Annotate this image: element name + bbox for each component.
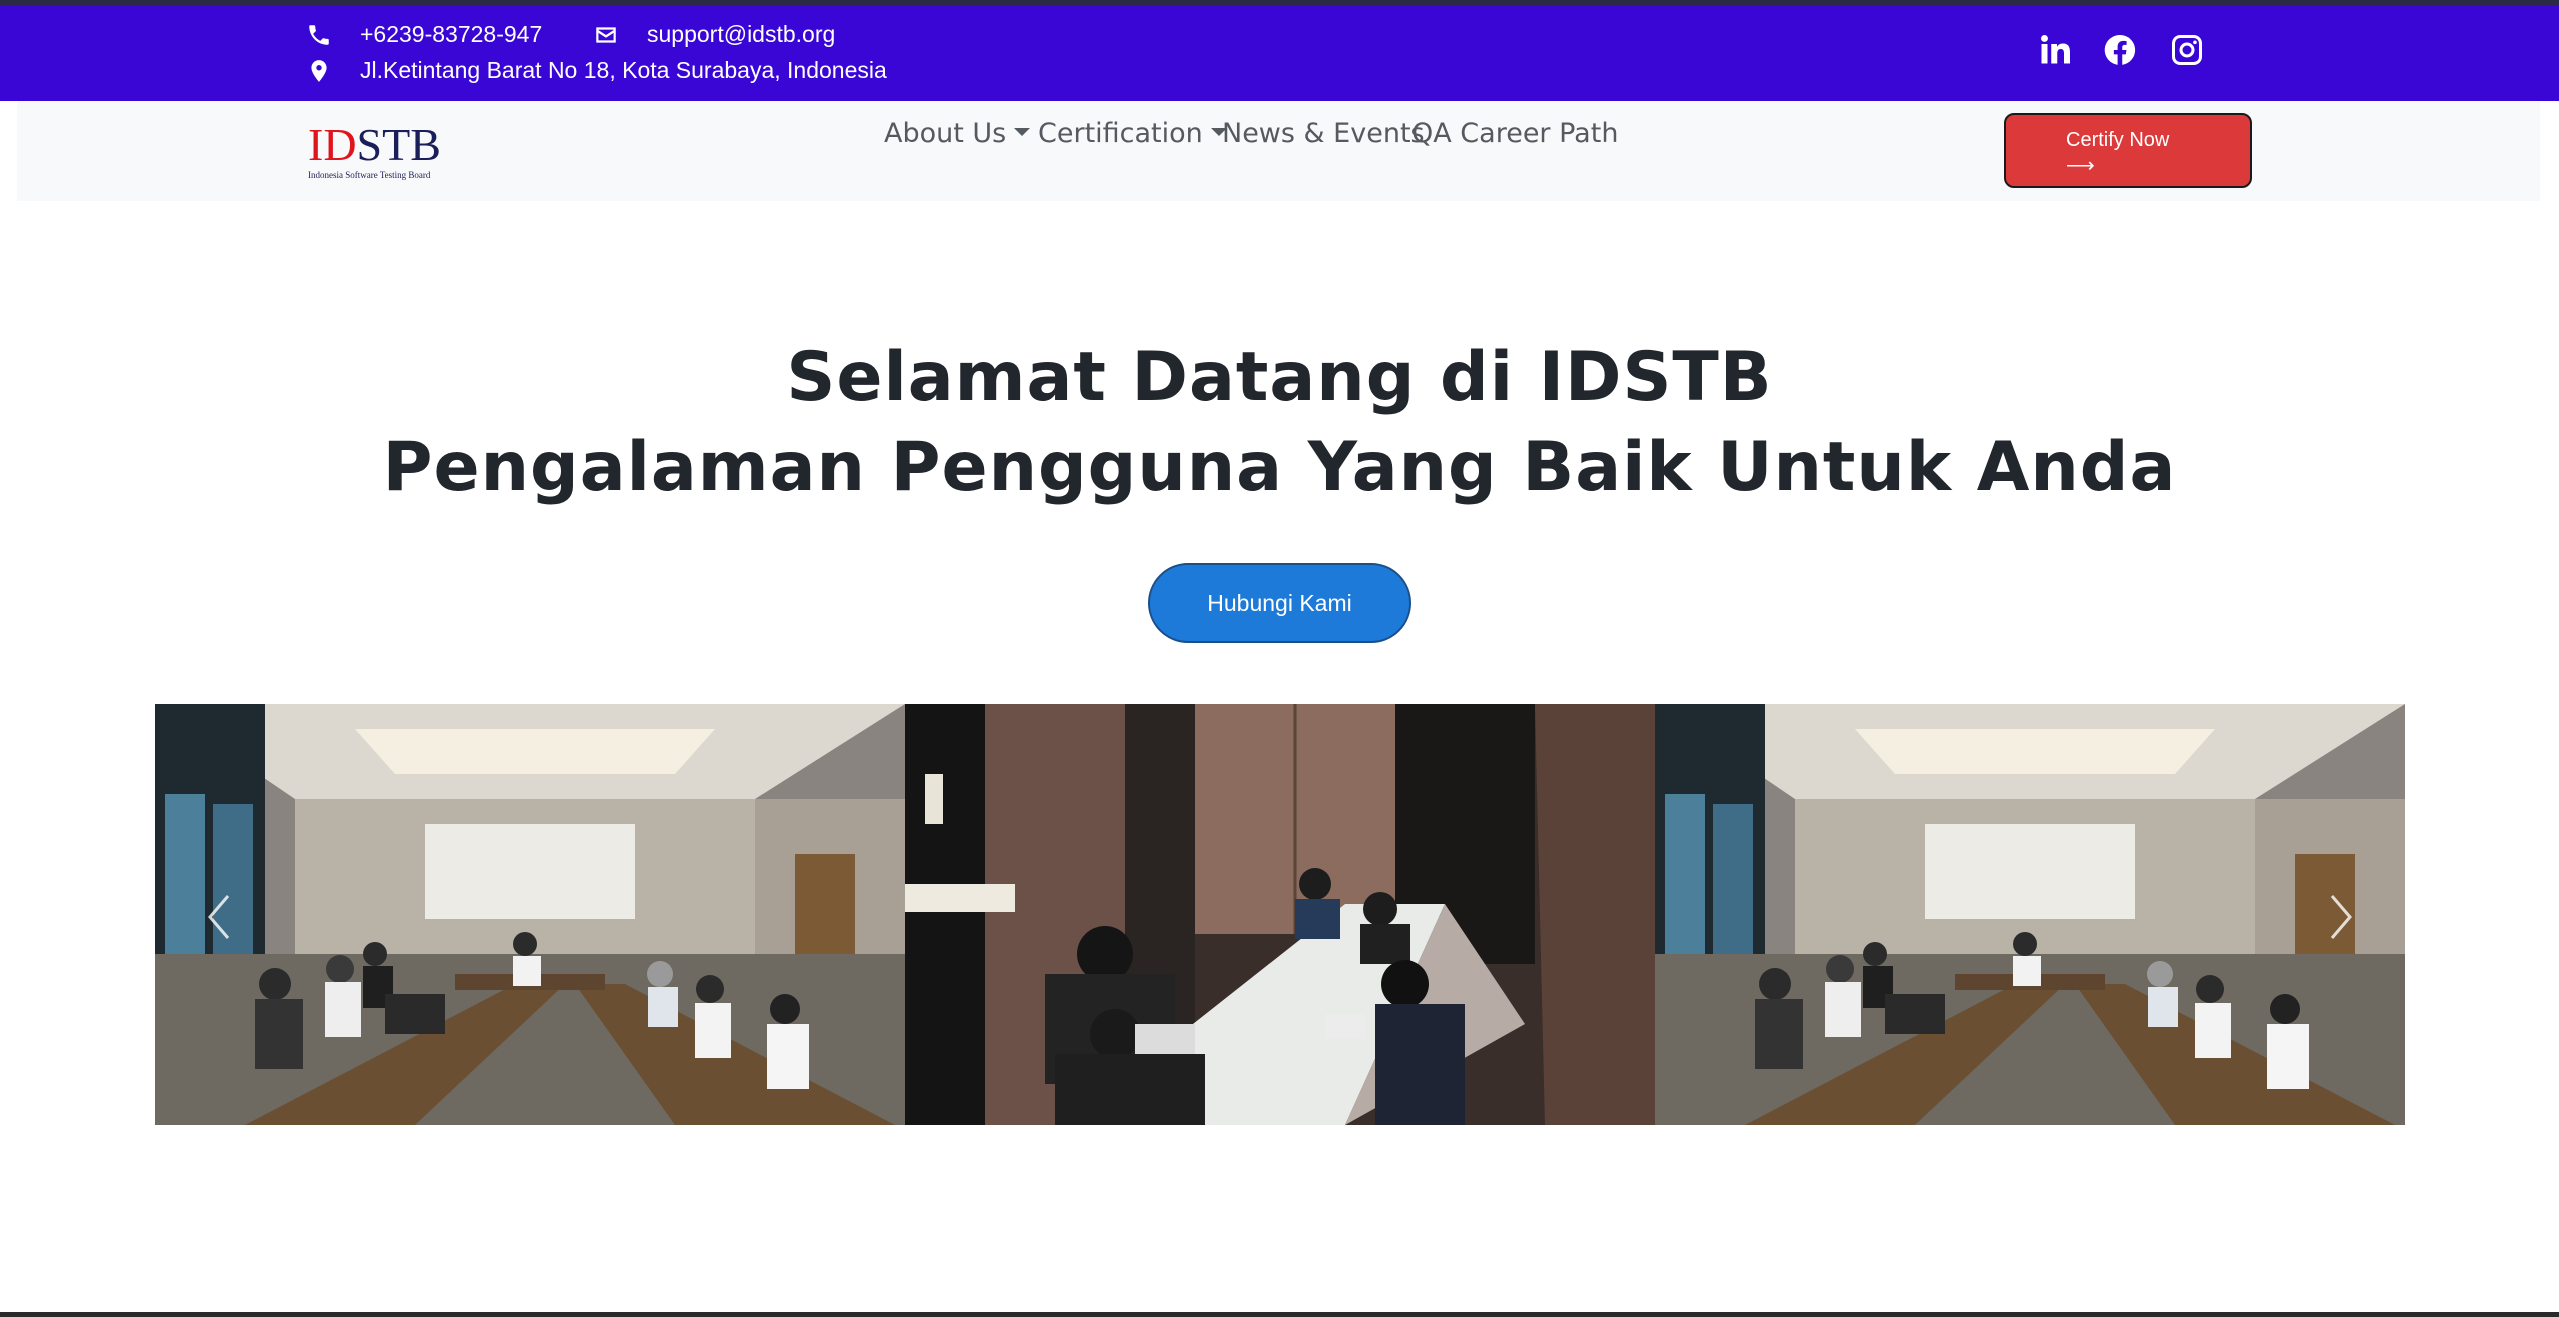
contact-bar: +6239-83728-947 support@idstb.org Jl.Ket… bbox=[0, 5, 2559, 101]
logo-subtitle: Indonesia Software Testing Board bbox=[308, 170, 431, 180]
contact-us-button[interactable]: Hubungi Kami bbox=[1148, 563, 1411, 643]
phone-icon bbox=[306, 22, 332, 48]
nav-qa-career-path[interactable]: QA Career Path bbox=[1412, 118, 1618, 149]
instagram-icon[interactable] bbox=[2166, 29, 2208, 71]
certify-now-label: Certify Now bbox=[2066, 129, 2170, 151]
window-bottom-border bbox=[0, 1312, 2559, 1317]
phone-contact[interactable]: +6239-83728-947 bbox=[306, 21, 542, 48]
chevron-left-icon[interactable] bbox=[204, 892, 234, 942]
logo-id-text: ID bbox=[308, 119, 357, 170]
nav-news-events[interactable]: News & Events bbox=[1222, 118, 1425, 149]
envelope-icon bbox=[593, 22, 619, 48]
nav-certification[interactable]: Certification bbox=[1038, 118, 1227, 149]
hero-title-line1: Selamat Datang di IDSTB bbox=[786, 338, 1773, 417]
nav-news-events-label: News & Events bbox=[1222, 117, 1425, 149]
linkedin-icon[interactable] bbox=[2034, 29, 2076, 71]
map-marker-icon bbox=[306, 58, 332, 84]
logo-wordmark: IDSTB bbox=[308, 122, 458, 168]
meeting-room-photo bbox=[155, 704, 905, 1125]
chevron-right-icon[interactable] bbox=[2326, 892, 2356, 942]
caret-down-icon bbox=[1014, 127, 1031, 136]
phone-number: +6239-83728-947 bbox=[360, 21, 543, 47]
exam-table-photo bbox=[905, 704, 1655, 1125]
nav-certification-label: Certification bbox=[1038, 117, 1203, 149]
nav-about-us[interactable]: About Us bbox=[884, 117, 1031, 149]
nav-qa-career-path-label: QA Career Path bbox=[1412, 117, 1619, 149]
email-address: support@idstb.org bbox=[647, 21, 836, 47]
hero-title-line2: Pengalaman Pengguna Yang Baik Untuk Anda bbox=[382, 428, 2177, 507]
meeting-room-photo bbox=[1655, 704, 2405, 1125]
idstb-logo[interactable]: IDSTB Indonesia Software Testing Board bbox=[308, 122, 458, 181]
facebook-icon[interactable] bbox=[2099, 29, 2141, 71]
address-contact: Jl.Ketintang Barat No 18, Kota Surabaya,… bbox=[306, 57, 887, 84]
email-contact[interactable]: support@idstb.org bbox=[593, 21, 835, 48]
nav-about-us-label: About Us bbox=[884, 117, 1007, 149]
photo-carousel bbox=[155, 704, 2405, 1125]
logo-stb-text: STB bbox=[356, 119, 441, 170]
address-text: Jl.Ketintang Barat No 18, Kota Surabaya,… bbox=[360, 57, 887, 83]
certify-now-button[interactable]: Certify Now ⟶ bbox=[2004, 113, 2252, 188]
arrow-right-icon: ⟶ bbox=[2066, 155, 2095, 177]
